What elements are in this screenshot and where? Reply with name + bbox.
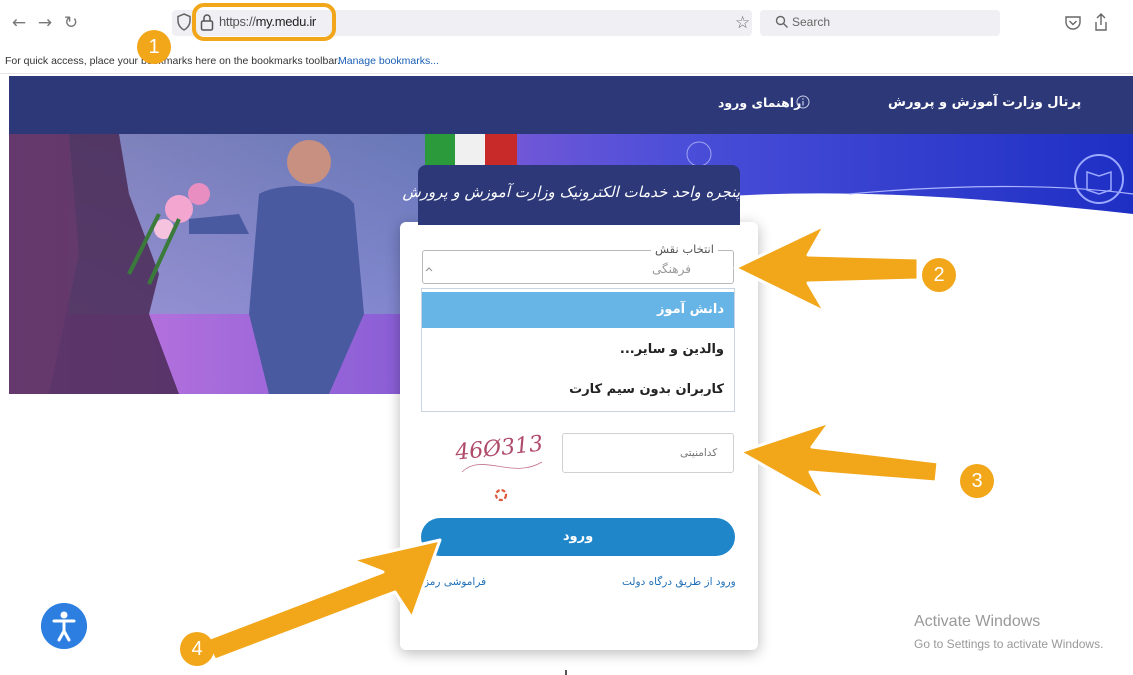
manage-bookmarks-link[interactable]: Manage bookmarks... (338, 55, 439, 67)
forward-icon[interactable]: → (34, 12, 56, 34)
login-button-label: ورود (562, 529, 594, 544)
login-card-title: پنجره واحد خدمات الکترونیک وزارت آموزش و… (402, 183, 740, 201)
search-icon (775, 15, 788, 28)
role-option-label: دانش آموز (656, 302, 724, 317)
annotation-badge-3: 3 (960, 464, 994, 498)
activate-windows-title: Activate Windows (914, 613, 1041, 630)
gov-gateway-link[interactable]: ورود از طریق درگاه دولت (622, 576, 736, 588)
role-option-label: کاربران بدون سیم کارت (569, 382, 724, 397)
role-option-student[interactable]: دانش آموز (422, 292, 734, 328)
share-icon[interactable] (1092, 12, 1110, 32)
captcha-placeholder: کدامنیتی (680, 447, 718, 459)
role-select-legend: انتخاب نقش (651, 242, 718, 256)
forgot-password-link[interactable]: فراموشی رمز (424, 576, 486, 588)
captcha-text: 46Ø313 (453, 432, 544, 466)
annotation-badge-2: 2 (922, 258, 956, 292)
accessibility-button[interactable] (41, 603, 87, 649)
role-option-parents[interactable]: والدین و سایر... (422, 332, 734, 368)
page-marker (565, 670, 567, 675)
refresh-captcha-icon[interactable] (494, 488, 508, 502)
portal-title[interactable]: پرتال وزارت آموزش و پرورش (888, 95, 1081, 110)
arrow-3-icon (738, 420, 940, 502)
role-option-no-sim[interactable]: کاربران بدون سیم کارت (422, 372, 734, 408)
activate-windows-subtitle: Go to Settings to activate Windows. (914, 637, 1104, 651)
bookmarks-hint: For quick access, place your bookmarks h… (5, 55, 340, 67)
annotation-badge-4: 4 (180, 632, 214, 666)
reload-icon[interactable]: ↻ (60, 12, 82, 34)
shield-icon[interactable] (177, 13, 191, 31)
login-guide-link[interactable]: راهنمای ورود (718, 95, 801, 110)
back-icon[interactable]: ← (8, 12, 30, 34)
chevron-up-icon[interactable] (424, 264, 434, 274)
url-highlight-annotation (192, 3, 336, 41)
search-placeholder: Search (792, 15, 831, 29)
star-icon[interactable]: ☆ (735, 13, 750, 33)
page: ← → ↻ https://my.medu.ir ☆ Search For qu… (0, 0, 1133, 675)
role-option-label: والدین و سایر... (619, 342, 724, 357)
pocket-icon[interactable] (1064, 14, 1082, 32)
role-select-value[interactable]: فرهنگی (652, 262, 691, 276)
annotation-badge-1: 1 (137, 30, 171, 64)
captcha-image: 46Ø313 (453, 432, 544, 473)
